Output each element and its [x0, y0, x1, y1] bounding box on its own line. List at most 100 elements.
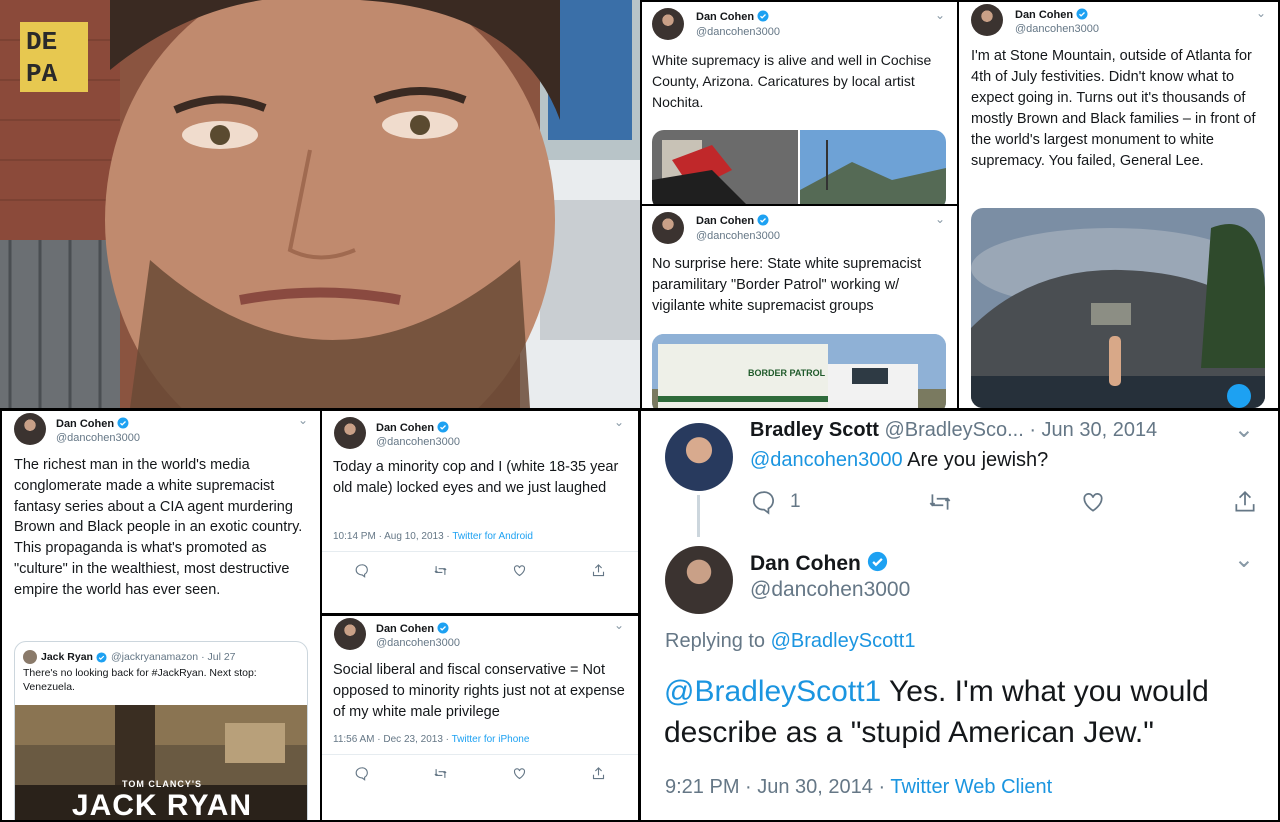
reply-date[interactable]: · Jun 30, 2014	[1029, 419, 1157, 441]
author-handle[interactable]: @dancohen3000	[750, 577, 910, 603]
author-handle[interactable]: @dancohen3000	[1015, 22, 1099, 36]
replier-handle[interactable]: @BradleySco...	[885, 419, 1024, 441]
quoted-media[interactable]: TOM CLANCY'S JACK RYAN	[15, 705, 307, 820]
sign-text-line-2: PA	[26, 59, 58, 89]
action-bar	[322, 766, 638, 781]
tweet-media[interactable]	[652, 130, 946, 204]
retweet-icon[interactable]	[433, 766, 448, 781]
divider	[322, 754, 638, 755]
author-name[interactable]: Dan Cohen	[750, 552, 861, 575]
timestamp-text: 9:21 PM · Jun 30, 2014 ·	[665, 776, 891, 798]
sign-text-line-1: DE	[26, 27, 58, 57]
tweet-text: The richest man in the world's media con…	[14, 457, 303, 598]
replier-name[interactable]: Bradley Scott	[750, 419, 879, 441]
retweet-icon[interactable]	[433, 563, 448, 578]
verified-badge-icon	[437, 421, 449, 433]
quoted-name[interactable]: Jack Ryan	[41, 651, 93, 663]
thread-connector-line	[697, 495, 700, 537]
tweet-header: Dan Cohen @dancohen3000	[14, 413, 140, 445]
reply-count: 1	[790, 491, 801, 512]
avatar[interactable]	[652, 8, 684, 40]
chevron-down-icon[interactable]: ⌄	[935, 212, 945, 226]
share-icon[interactable]	[591, 563, 606, 578]
author-name[interactable]: Dan Cohen	[1015, 9, 1073, 21]
tweet-thread[interactable]: Bradley Scott @BradleySco... · Jun 30, 2…	[641, 411, 1278, 820]
avatar[interactable]	[334, 618, 366, 650]
author-name[interactable]: Dan Cohen	[696, 215, 754, 227]
author-name[interactable]: Dan Cohen	[376, 422, 434, 434]
avatar[interactable]	[14, 413, 46, 445]
timestamp-text: 10:14 PM · Aug 10, 2013 ·	[333, 531, 453, 542]
chevron-down-icon[interactable]: ⌄	[614, 618, 624, 632]
source-link[interactable]: Twitter for iPhone	[452, 734, 530, 745]
share-icon[interactable]	[1232, 489, 1258, 515]
reply-icon[interactable]	[354, 563, 369, 578]
tweet-jack-ryan[interactable]: Dan Cohen @dancohen3000 ⌄ The richest ma…	[2, 411, 320, 820]
tweet-media[interactable]: BORDER PATROL	[652, 334, 946, 408]
tweet-text: No surprise here: State white supremacis…	[652, 256, 922, 314]
like-icon[interactable]	[512, 766, 527, 781]
reply-text: @dancohen3000 Are you jewish?	[750, 449, 1048, 472]
reply-mention[interactable]: @dancohen3000	[750, 449, 903, 471]
author-name[interactable]: Dan Cohen	[696, 11, 754, 23]
avatar[interactable]	[971, 4, 1003, 36]
reply-button[interactable]: 1	[750, 489, 801, 515]
quoted-handle[interactable]: @jackryanamazon	[111, 651, 198, 663]
chevron-down-icon[interactable]: ⌄	[935, 8, 945, 22]
like-icon[interactable]	[512, 563, 527, 578]
chevron-down-icon[interactable]: ⌄	[1256, 6, 1266, 20]
tweet-cochise[interactable]: Dan Cohen @dancohen3000 ⌄ White supremac…	[642, 2, 957, 204]
reply-header: Bradley Scott @BradleySco... · Jun 30, 2…	[750, 419, 1157, 442]
verified-badge-icon	[437, 622, 449, 634]
avatar[interactable]	[652, 212, 684, 244]
author-handle[interactable]: @dancohen3000	[376, 435, 460, 449]
tweet-header: Dan Cohen @dancohen3000	[652, 8, 780, 40]
quoted-header: Jack Ryan @jackryanamazon · Jul 27	[23, 650, 236, 664]
author-avatar[interactable]	[665, 546, 733, 614]
quoted-tweet[interactable]: Jack Ryan @jackryanamazon · Jul 27 There…	[14, 641, 308, 820]
tweet-header: Dan Cohen @dancohen3000	[334, 618, 460, 650]
portrait-photo: DE PA	[0, 0, 640, 408]
verified-badge-icon	[96, 651, 107, 663]
tweet-stone-mountain[interactable]: Dan Cohen @dancohen3000 ⌄ I'm at Stone M…	[959, 2, 1278, 408]
replying-to-handle[interactable]: @BradleyScott1	[771, 630, 916, 652]
tweet-header: Dan Cohen @dancohen3000	[652, 212, 780, 244]
reply-icon[interactable]	[354, 766, 369, 781]
source-link[interactable]: Twitter Web Client	[890, 776, 1052, 798]
replier-avatar[interactable]	[665, 423, 733, 491]
tweet-timestamp: 10:14 PM · Aug 10, 2013 · Twitter for An…	[333, 531, 533, 542]
portrait-illustration	[0, 0, 640, 408]
reply-icon[interactable]	[750, 489, 776, 515]
main-header: Dan Cohen @dancohen3000	[750, 551, 910, 603]
retweet-icon[interactable]	[927, 489, 953, 515]
tweet-social-liberal[interactable]: Dan Cohen @dancohen3000 ⌄ Social liberal…	[322, 616, 638, 820]
verified-badge-icon	[757, 10, 769, 22]
stone-mountain-image	[971, 208, 1265, 408]
author-handle[interactable]: @dancohen3000	[376, 636, 460, 650]
main-timestamp: 9:21 PM · Jun 30, 2014 · Twitter Web Cli…	[665, 776, 1052, 799]
replying-to: Replying to @BradleyScott1	[665, 630, 915, 653]
author-handle[interactable]: @dancohen3000	[696, 229, 780, 244]
quoted-avatar[interactable]	[23, 650, 37, 664]
poster-subtitle: TOM CLANCY'S	[122, 779, 202, 789]
author-name[interactable]: Dan Cohen	[376, 623, 434, 635]
tweet-text: White supremacy is alive and well in Coc…	[652, 52, 932, 110]
chevron-down-icon[interactable]: ⌄	[1234, 545, 1254, 574]
chevron-down-icon[interactable]: ⌄	[298, 413, 308, 427]
source-link[interactable]: Twitter for Android	[452, 531, 533, 542]
tweet-minority-cop[interactable]: Dan Cohen @dancohen3000 ⌄ Today a minori…	[322, 411, 638, 613]
verified-badge-icon	[757, 214, 769, 226]
vehicle-label: BORDER PATROL	[748, 368, 826, 378]
main-mention[interactable]: @BradleyScott1	[664, 675, 881, 708]
author-handle[interactable]: @dancohen3000	[696, 25, 780, 40]
chevron-down-icon[interactable]: ⌄	[1234, 415, 1254, 444]
author-name[interactable]: Dan Cohen	[56, 418, 114, 430]
like-icon[interactable]	[1080, 489, 1106, 515]
author-handle[interactable]: @dancohen3000	[56, 431, 140, 445]
share-icon[interactable]	[591, 766, 606, 781]
avatar[interactable]	[334, 417, 366, 449]
replying-to-label: Replying to	[665, 630, 771, 652]
tweet-border-patrol[interactable]: Dan Cohen @dancohen3000 ⌄ No surprise he…	[642, 206, 957, 408]
tweet-media[interactable]	[971, 208, 1265, 408]
chevron-down-icon[interactable]: ⌄	[614, 415, 624, 429]
